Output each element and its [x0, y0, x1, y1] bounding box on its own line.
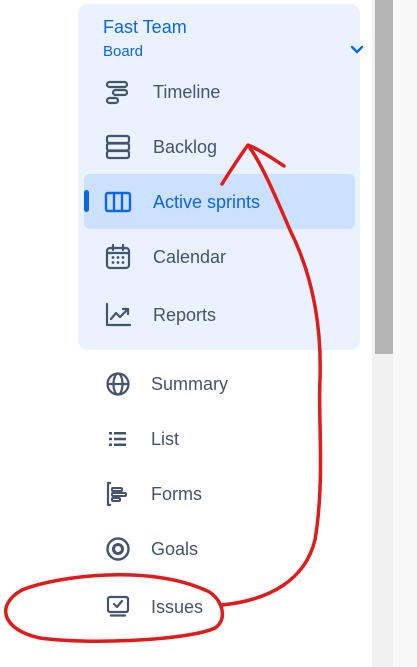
sidebar-item-active-sprints[interactable]: Active sprints: [104, 175, 354, 229]
timeline-icon: [105, 80, 129, 105]
sidebar-item-reports[interactable]: Reports: [104, 288, 354, 342]
scrollbar-thumb[interactable]: [375, 0, 393, 354]
sidebar-item-timeline[interactable]: Timeline: [104, 65, 354, 119]
board-subtitle: Board: [103, 43, 144, 60]
reports-icon: [105, 302, 132, 327]
sidebar-item-goals[interactable]: Goals: [104, 522, 354, 576]
sidebar-item-issues[interactable]: Issues: [104, 580, 354, 634]
sidebar-item-backlog[interactable]: Backlog: [104, 120, 354, 174]
sidebar-item-list[interactable]: List: [104, 412, 354, 466]
sidebar-item-label: Active sprints: [153, 192, 261, 212]
chevron-down-icon[interactable]: [348, 40, 366, 58]
board-title[interactable]: Fast Team: [103, 16, 187, 38]
active-sprints-icon: [104, 191, 132, 213]
forms-icon: [106, 481, 127, 507]
sidebar-item-label: Timeline: [153, 82, 221, 102]
issues-icon: [106, 595, 130, 617]
active-item-indicator: [84, 190, 89, 212]
goals-icon: [106, 537, 130, 561]
sidebar-item-label: Backlog: [153, 137, 218, 157]
sidebar-item-summary[interactable]: Summary: [104, 357, 354, 411]
scrollbar-gutter: [393, 0, 417, 667]
sidebar-item-label: Forms: [151, 484, 202, 504]
list-icon: [109, 432, 126, 446]
sidebar-item-label: Calendar: [153, 247, 227, 267]
sidebar-item-label: Reports: [153, 305, 217, 325]
sidebar-item-label: List: [151, 429, 180, 449]
sidebar-item-label: Summary: [151, 374, 229, 394]
globe-icon: [106, 372, 130, 396]
sidebar-item-label: Issues: [151, 597, 204, 617]
board-header[interactable]: Fast Team Board: [103, 16, 364, 62]
sidebar-item-calendar[interactable]: Calendar: [104, 230, 354, 284]
sidebar-item-label: Goals: [151, 539, 199, 559]
calendar-icon: [105, 243, 131, 270]
sidebar-item-forms[interactable]: Forms: [104, 467, 354, 521]
backlog-icon: [105, 134, 131, 160]
